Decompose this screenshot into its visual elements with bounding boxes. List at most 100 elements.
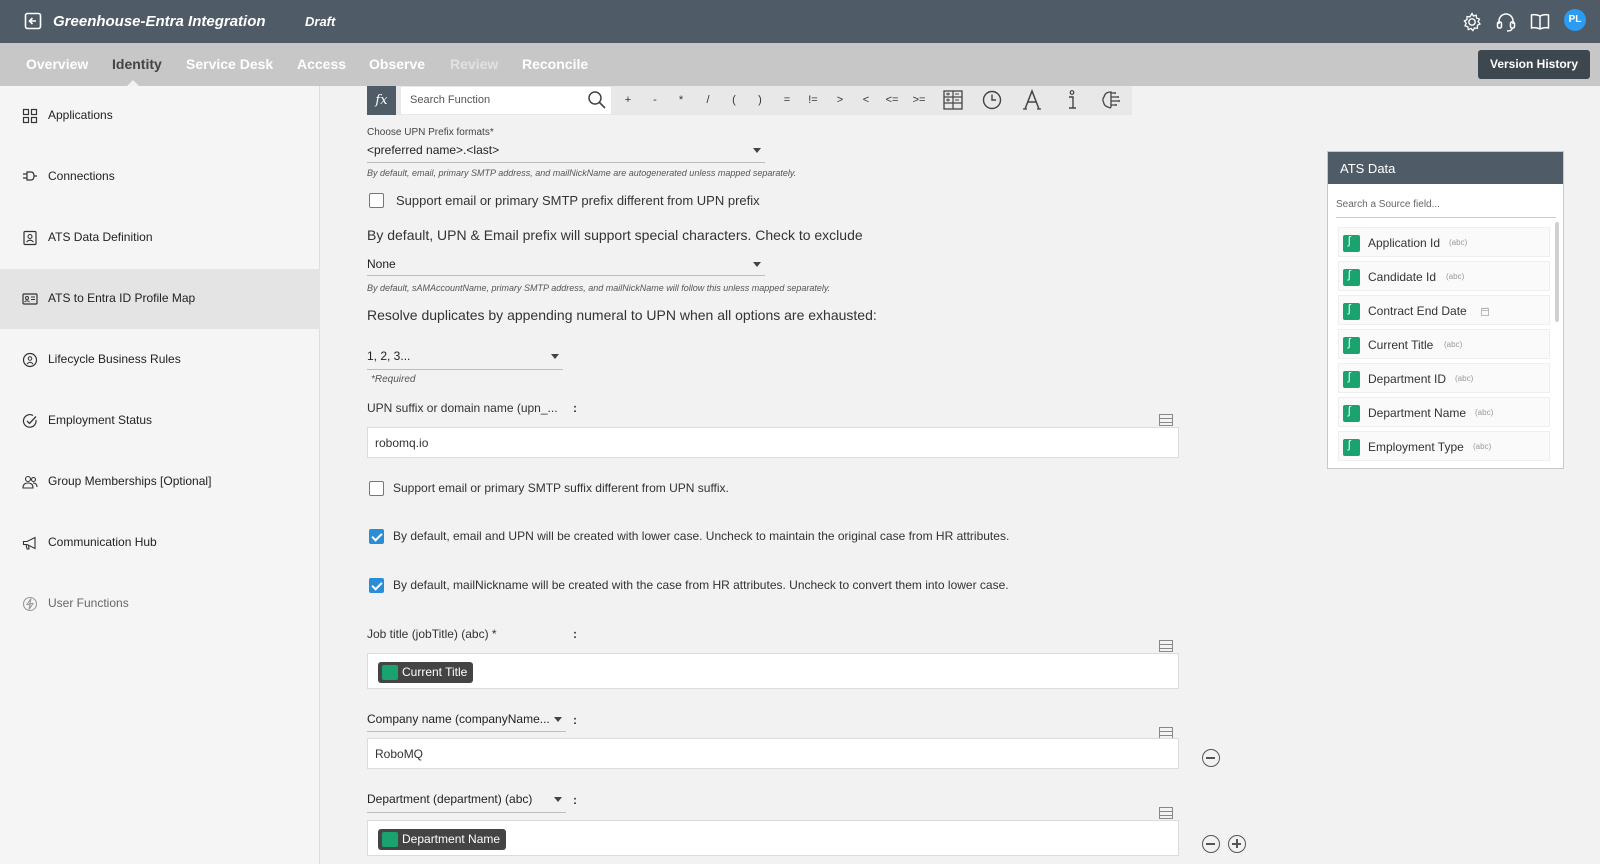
tab-service-desk[interactable]: Service Desk <box>186 56 273 72</box>
user-avatar[interactable]: PL <box>1564 9 1586 31</box>
tab-observe[interactable]: Observe <box>369 56 425 72</box>
source-field-type: (abc) <box>1444 340 1463 349</box>
sidebar-item-label: Lifecycle Business Rules <box>48 352 181 366</box>
check-circle-icon <box>22 414 37 428</box>
gear-icon[interactable] <box>1461 11 1483 33</box>
table-view-icon[interactable] <box>1159 414 1173 426</box>
operator-multiply[interactable]: * <box>671 94 691 106</box>
tab-access[interactable]: Access <box>297 56 346 72</box>
book-icon[interactable] <box>1529 11 1551 33</box>
sidebar-item-user-functions[interactable]: User Functions <box>0 574 320 634</box>
operator-greater[interactable]: > <box>830 94 850 106</box>
sidebar-item-applications[interactable]: Applications <box>0 86 320 146</box>
tab-identity[interactable]: Identity <box>112 56 162 72</box>
sidebar-item-group-memberships[interactable]: Group Memberships [Optional] <box>0 452 320 512</box>
grid-icon <box>22 108 38 124</box>
source-field-item[interactable]: Department ID (abc) <box>1338 363 1550 393</box>
upn-prefix-label: Choose UPN Prefix formats* <box>367 127 494 138</box>
source-field-type: (abc) <box>1473 442 1492 451</box>
ats-panel-scrollbar[interactable] <box>1555 222 1559 322</box>
clock-icon[interactable] <box>981 89 1003 111</box>
operator-equals[interactable]: = <box>777 94 797 106</box>
source-field-item[interactable]: Employment Type (abc) <box>1338 431 1550 461</box>
tab-reconcile[interactable]: Reconcile <box>522 56 588 72</box>
source-field-icon <box>382 665 398 680</box>
table-function-icon[interactable] <box>942 89 964 111</box>
sidebar-item-ats-data-definition[interactable]: ATS Data Definition <box>0 208 320 268</box>
add-mapping-button[interactable] <box>1228 835 1246 853</box>
support-suffix-checkbox[interactable] <box>369 481 384 496</box>
draft-status: Draft <box>305 14 336 29</box>
operator-close-paren[interactable]: ) <box>750 94 770 106</box>
company-field-select[interactable]: Company name (companyName... <box>367 712 566 732</box>
operator-open-paren[interactable]: ( <box>724 94 744 106</box>
support-prefix-checkbox[interactable] <box>369 193 384 208</box>
search-icon[interactable] <box>587 90 607 110</box>
duplicates-required: *Required <box>371 374 416 385</box>
source-field-search-input[interactable]: Search a Source field... <box>1336 193 1556 218</box>
back-icon[interactable] <box>24 12 42 30</box>
source-field-name: Department ID <box>1368 372 1447 386</box>
special-chars-select[interactable]: None <box>367 257 765 276</box>
operator-divide[interactable]: / <box>698 94 718 106</box>
id-card-icon <box>22 293 38 305</box>
sidebar-item-label: ATS to Entra ID Profile Map <box>48 291 196 305</box>
mapping-colon: : <box>573 713 577 727</box>
remove-mapping-button[interactable] <box>1202 835 1220 853</box>
chevron-down-icon <box>753 148 761 153</box>
mapping-colon: : <box>573 401 577 415</box>
source-field-name: Contract End Date <box>1368 304 1467 318</box>
department-label: Department (department) (abc) <box>367 792 533 806</box>
company-name-input[interactable]: RoboMQ <box>367 738 1179 769</box>
source-field-item[interactable]: Department Name (abc) <box>1338 397 1550 427</box>
remove-mapping-button[interactable] <box>1202 749 1220 767</box>
operator-not-equals[interactable]: != <box>803 94 823 106</box>
mailnickname-case-checkbox[interactable] <box>369 578 384 593</box>
main-nav: Overview Identity Service Desk Access Ob… <box>0 43 1600 86</box>
chevron-down-icon <box>554 797 562 802</box>
support-prefix-label: Support email or primary SMTP prefix dif… <box>396 193 760 208</box>
table-view-icon[interactable] <box>1159 807 1173 819</box>
operator-less[interactable]: < <box>856 94 876 106</box>
lowercase-checkbox[interactable] <box>369 529 384 544</box>
source-field-item[interactable]: Candidate Id (abc) <box>1338 261 1550 291</box>
sidebar-item-communication-hub[interactable]: Communication Hub <box>0 513 320 573</box>
sidebar-item-label: ATS Data Definition <box>48 230 153 244</box>
department-field-select[interactable]: Department (department) (abc) <box>367 792 566 813</box>
operator-greater-equal[interactable]: >= <box>909 94 929 106</box>
source-field-name: Candidate Id <box>1368 270 1437 284</box>
sidebar-item-employment-status[interactable]: Employment Status <box>0 391 320 451</box>
current-title-chip[interactable]: Current Title <box>378 662 474 683</box>
brain-icon[interactable] <box>1100 89 1122 111</box>
department-name-chip[interactable]: Department Name <box>378 829 507 850</box>
sidebar-item-lifecycle-business-rules[interactable]: Lifecycle Business Rules <box>0 330 320 390</box>
fx-button[interactable]: fx <box>367 86 396 115</box>
lightning-icon <box>22 596 38 612</box>
chevron-down-icon <box>551 354 559 359</box>
info-icon[interactable] <box>1061 89 1083 111</box>
table-view-icon[interactable] <box>1159 640 1173 652</box>
sidebar-item-connections[interactable]: Connections <box>0 147 320 207</box>
function-search-input[interactable]: Search Function <box>401 87 611 114</box>
sidebar-item-ats-to-entra-map[interactable]: ATS to Entra ID Profile Map <box>0 269 320 329</box>
source-field-item[interactable]: Application Id (abc) <box>1338 227 1550 257</box>
upn-prefix-select[interactable]: <preferred name>.<last> <box>367 143 765 163</box>
operator-plus[interactable]: + <box>618 94 638 106</box>
mapping-colon: : <box>573 793 577 807</box>
source-field-type: (abc) <box>1446 272 1465 281</box>
tab-overview[interactable]: Overview <box>26 56 88 72</box>
source-field-item[interactable]: Current Title (abc) <box>1338 329 1550 359</box>
version-history-button[interactable]: Version History <box>1478 50 1590 79</box>
headset-icon[interactable] <box>1495 11 1517 33</box>
job-title-input[interactable] <box>367 653 1179 689</box>
calendar-icon <box>1481 307 1489 316</box>
operator-minus[interactable]: - <box>645 94 665 106</box>
duplicates-select[interactable]: 1, 2, 3... <box>367 349 563 370</box>
source-field-item[interactable]: Contract End Date <box>1338 295 1550 325</box>
mapping-colon: : <box>573 627 577 641</box>
source-field-type: (abc) <box>1475 408 1494 417</box>
operator-less-equal[interactable]: <= <box>882 94 902 106</box>
duplicates-text: Resolve duplicates by appending numeral … <box>367 307 877 323</box>
upn-suffix-input[interactable]: robomq.io <box>367 427 1179 458</box>
text-function-icon[interactable] <box>1021 89 1043 111</box>
